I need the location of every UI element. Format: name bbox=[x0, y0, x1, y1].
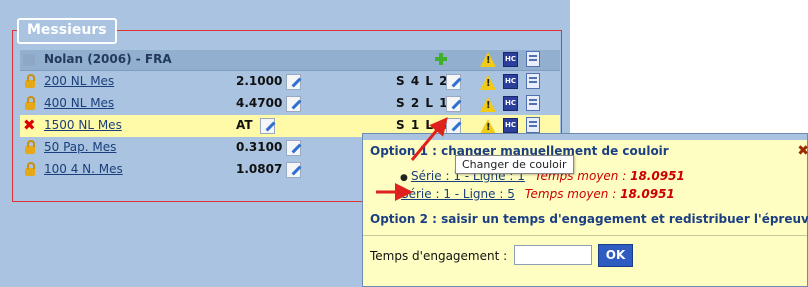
average-time-value: 18.0951 bbox=[620, 187, 675, 201]
lock-icon bbox=[25, 74, 35, 88]
event-link[interactable]: 1500 NL Mes bbox=[44, 118, 122, 132]
remove-icon[interactable]: ✖ bbox=[23, 118, 37, 133]
close-icon[interactable]: ✖ bbox=[797, 143, 808, 159]
edit-performance-icon[interactable] bbox=[286, 140, 301, 156]
engagement-time-label: Temps d'engagement : bbox=[370, 249, 508, 263]
warning-icon[interactable]: ! bbox=[480, 119, 496, 134]
edit-performance-icon[interactable] bbox=[286, 162, 301, 178]
average-time-label: Temps moyen : bbox=[524, 187, 617, 201]
bullet-icon: ● bbox=[400, 173, 408, 183]
average-time-value: 18.0951 bbox=[630, 169, 685, 183]
hc-icon[interactable]: HC bbox=[503, 118, 518, 133]
event-link[interactable]: 100 4 N. Mes bbox=[44, 162, 123, 176]
athlete-color-swatch bbox=[23, 54, 35, 66]
hc-icon[interactable]: HC bbox=[503, 96, 518, 111]
heat-lane-value: S 4 L 2 bbox=[396, 74, 449, 88]
engagement-time-input[interactable] bbox=[514, 245, 592, 265]
lane-choice-link[interactable]: Série : 1 - Ligne : 5 bbox=[401, 187, 515, 201]
performance-value: 0.3100 bbox=[236, 140, 283, 154]
popup-divider bbox=[363, 235, 807, 236]
document-icon[interactable] bbox=[526, 117, 540, 133]
heat-lane-value: S 2 L 1 bbox=[396, 96, 449, 110]
document-icon[interactable] bbox=[526, 95, 540, 111]
lock-icon bbox=[25, 96, 35, 110]
warning-icon[interactable]: ! bbox=[480, 52, 496, 67]
change-lane-popup: Option 1 : changer manuellement de coulo… bbox=[362, 133, 808, 287]
warning-icon[interactable]: ! bbox=[480, 97, 496, 112]
edit-lane-icon[interactable] bbox=[446, 96, 461, 112]
ok-button[interactable]: OK bbox=[598, 244, 633, 267]
athlete-header: Nolan (2006) - FRA ! HC bbox=[20, 50, 560, 71]
popup-top-border bbox=[363, 134, 807, 140]
event-link[interactable]: 400 NL Mes bbox=[44, 96, 114, 110]
performance-value: 1.0807 bbox=[236, 162, 283, 176]
event-link[interactable]: 200 NL Mes bbox=[44, 74, 114, 88]
hc-icon[interactable]: HC bbox=[503, 74, 518, 89]
event-row: 400 NL Mes 4.4700 S 2 L 1 ! HC bbox=[20, 93, 560, 115]
performance-value: 2.1000 bbox=[236, 74, 283, 88]
edit-lane-icon[interactable] bbox=[446, 118, 461, 134]
performance-value: AT bbox=[236, 118, 253, 132]
event-link[interactable]: 50 Pap. Mes bbox=[44, 140, 116, 154]
edit-performance-icon[interactable] bbox=[286, 96, 301, 112]
lock-icon bbox=[25, 140, 35, 154]
athlete-name: Nolan (2006) - FRA bbox=[44, 52, 172, 66]
edit-performance-icon[interactable] bbox=[260, 118, 275, 134]
document-icon[interactable] bbox=[526, 51, 540, 67]
add-icon[interactable] bbox=[434, 52, 448, 66]
option2-title: Option 2 : saisir un temps d'engagement … bbox=[370, 212, 808, 226]
section-legend: Messieurs bbox=[17, 18, 117, 44]
edit-lane-icon[interactable] bbox=[446, 74, 461, 90]
performance-value: 4.4700 bbox=[236, 96, 283, 110]
heat-lane-value: S 1 L 4 bbox=[396, 118, 449, 132]
hc-icon[interactable]: HC bbox=[503, 52, 518, 67]
lane-choice: Série : 1 - Ligne : 5 Temps moyen : 18.0… bbox=[401, 187, 675, 201]
event-row: 200 NL Mes 2.1000 S 4 L 2 ! HC bbox=[20, 71, 560, 93]
document-icon[interactable] bbox=[526, 73, 540, 89]
warning-icon[interactable]: ! bbox=[480, 75, 496, 90]
change-lane-tooltip: Changer de couloir bbox=[455, 155, 574, 174]
lock-icon bbox=[25, 162, 35, 176]
edit-performance-icon[interactable] bbox=[286, 74, 301, 90]
